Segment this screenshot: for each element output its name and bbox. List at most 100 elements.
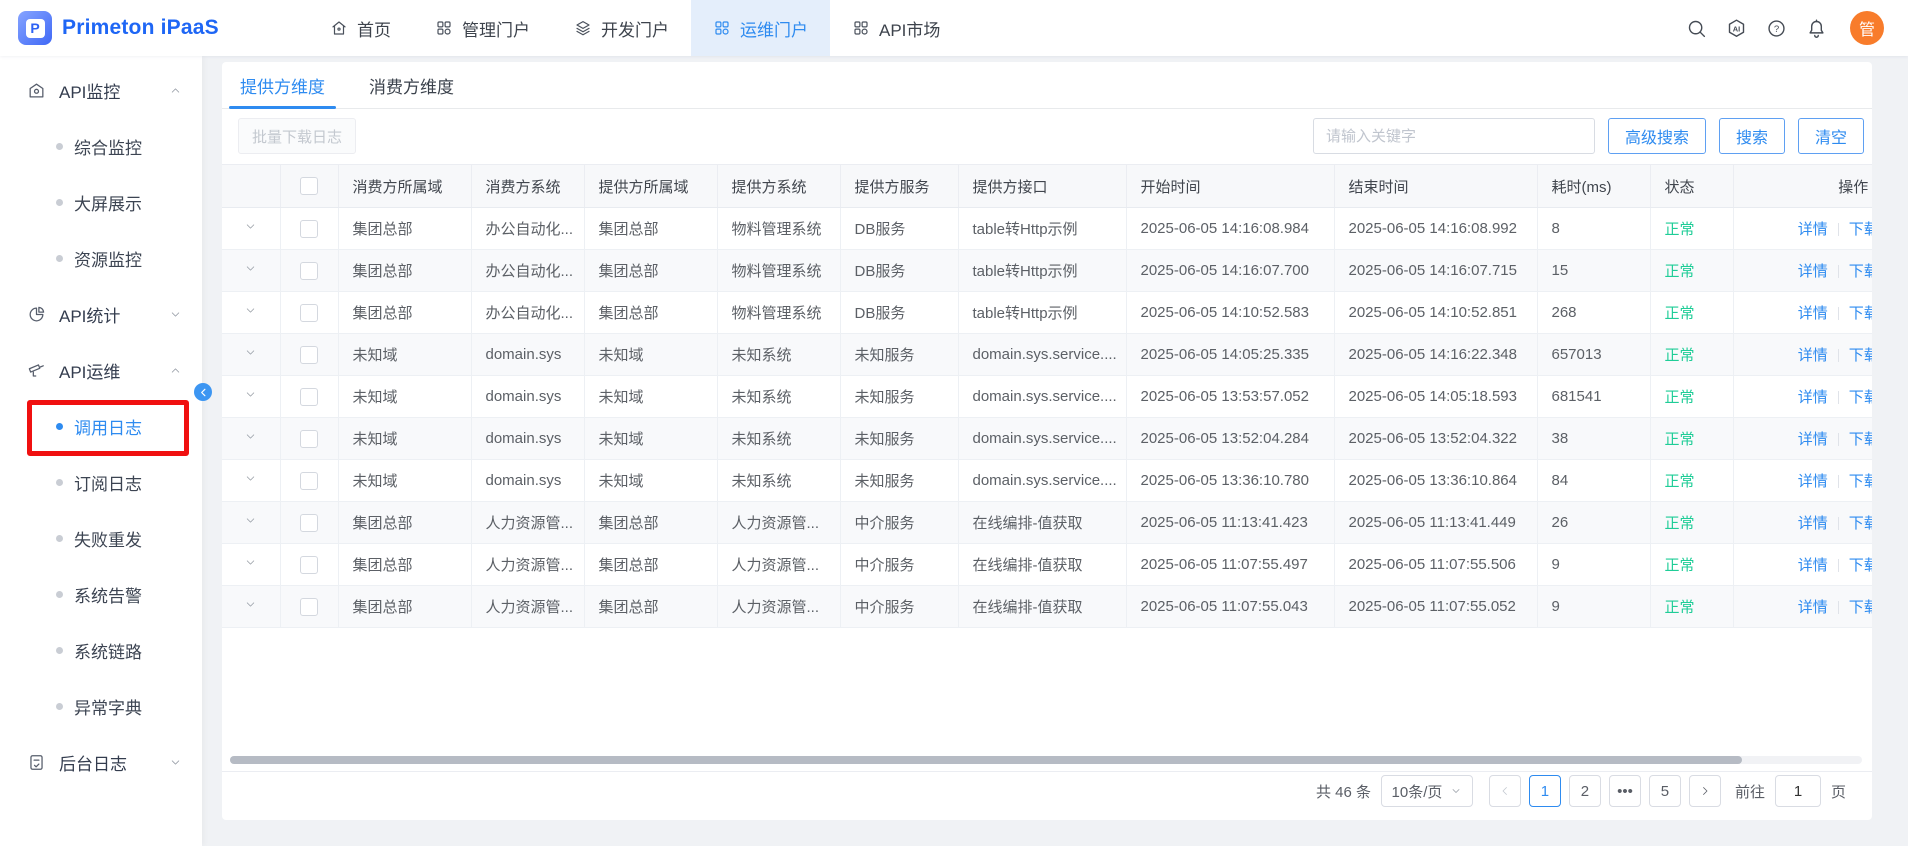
expand-cell[interactable]	[222, 418, 280, 460]
detail-link[interactable]: 详情	[1798, 473, 1828, 490]
download-log-link[interactable]: 下载日志	[1849, 305, 1872, 322]
prev-page-button[interactable]	[1489, 775, 1521, 807]
row-checkbox[interactable]	[300, 514, 318, 532]
page-button-2[interactable]: 2	[1569, 775, 1601, 807]
sidebar-item-失败重发[interactable]: 失败重发	[0, 510, 202, 566]
expand-cell[interactable]	[222, 586, 280, 628]
detail-link[interactable]: 详情	[1798, 305, 1828, 322]
help-icon[interactable]: ?	[1766, 18, 1787, 39]
sidebar-item-调用日志[interactable]: 调用日志	[0, 398, 202, 454]
row-checkbox[interactable]	[300, 262, 318, 280]
select-cell[interactable]	[280, 334, 338, 376]
download-log-link[interactable]: 下载日志	[1849, 389, 1872, 406]
expand-cell[interactable]	[222, 376, 280, 418]
row-checkbox[interactable]	[300, 556, 318, 574]
detail-link[interactable]: 详情	[1798, 431, 1828, 448]
row-checkbox[interactable]	[300, 472, 318, 490]
nav-item-API市场[interactable]: API市场	[830, 0, 962, 56]
row-checkbox[interactable]	[300, 346, 318, 364]
ai-icon[interactable]: AI	[1726, 18, 1747, 39]
brand[interactable]: P Primeton iPaaS	[0, 11, 260, 45]
search-button[interactable]: 搜索	[1719, 118, 1785, 154]
sidebar-item-异常字典[interactable]: 异常字典	[0, 678, 202, 734]
cell: 正常	[1650, 376, 1733, 418]
sidebar-item-综合监控[interactable]: 综合监控	[0, 118, 202, 174]
select-cell[interactable]	[280, 544, 338, 586]
expand-cell[interactable]	[222, 250, 280, 292]
page-button-1[interactable]: 1	[1529, 775, 1561, 807]
row-checkbox[interactable]	[300, 220, 318, 238]
detail-link[interactable]: 详情	[1798, 557, 1828, 574]
next-page-button[interactable]	[1689, 775, 1721, 807]
sidebar-item-订阅日志[interactable]: 订阅日志	[0, 454, 202, 510]
download-log-link[interactable]: 下载日志	[1849, 263, 1872, 280]
batch-download-button[interactable]: 批量下载日志	[238, 118, 356, 154]
tab-消费方维度[interactable]: 消费方维度	[369, 62, 454, 108]
expand-cell[interactable]	[222, 460, 280, 502]
select-cell[interactable]	[280, 376, 338, 418]
download-log-link[interactable]: 下载日志	[1849, 221, 1872, 238]
nav-item-开发门户[interactable]: 开发门户	[552, 0, 691, 56]
sidebar-group-API运维[interactable]: API运维	[0, 342, 202, 398]
row-checkbox[interactable]	[300, 598, 318, 616]
select-cell[interactable]	[280, 250, 338, 292]
bell-icon[interactable]	[1806, 18, 1827, 39]
keyword-input[interactable]	[1313, 118, 1595, 154]
download-log-link[interactable]: 下载日志	[1849, 599, 1872, 616]
select-cell[interactable]	[280, 208, 338, 250]
sidebar-collapse-handle[interactable]	[194, 383, 212, 401]
nav-item-首页[interactable]: 首页	[308, 0, 413, 56]
select-cell[interactable]	[280, 460, 338, 502]
page-size-select[interactable]: 10条/页	[1381, 775, 1473, 807]
clear-button[interactable]: 清空	[1798, 118, 1864, 154]
select-cell[interactable]	[280, 586, 338, 628]
expand-cell[interactable]	[222, 544, 280, 586]
download-log-link[interactable]: 下载日志	[1849, 557, 1872, 574]
page-button-5[interactable]: 5	[1649, 775, 1681, 807]
sidebar-item-资源监控[interactable]: 资源监控	[0, 230, 202, 286]
cell: domain.sys.service....	[958, 418, 1126, 460]
row-checkbox[interactable]	[300, 388, 318, 406]
cell: 物料管理系统	[717, 250, 840, 292]
expand-cell[interactable]	[222, 208, 280, 250]
row-checkbox[interactable]	[300, 430, 318, 448]
horizontal-scrollbar[interactable]	[230, 756, 1862, 764]
select-cell[interactable]	[280, 502, 338, 544]
select-cell[interactable]	[280, 418, 338, 460]
download-log-link[interactable]: 下载日志	[1849, 515, 1872, 532]
row-checkbox[interactable]	[300, 304, 318, 322]
sidebar-item-系统告警[interactable]: 系统告警	[0, 566, 202, 622]
download-log-link[interactable]: 下载日志	[1849, 431, 1872, 448]
expand-cell[interactable]	[222, 334, 280, 376]
sidebar-group-后台日志[interactable]: 后台日志	[0, 734, 202, 790]
detail-link[interactable]: 详情	[1798, 221, 1828, 238]
select-cell[interactable]	[280, 292, 338, 334]
nav-item-运维门户[interactable]: 运维门户	[691, 0, 830, 56]
more-pages-button[interactable]: •••	[1609, 775, 1641, 807]
detail-link[interactable]: 详情	[1798, 515, 1828, 532]
expand-cell[interactable]	[222, 502, 280, 544]
nav-item-管理门户[interactable]: 管理门户	[413, 0, 552, 56]
detail-link[interactable]: 详情	[1798, 389, 1828, 406]
sidebar-item-大屏展示[interactable]: 大屏展示	[0, 174, 202, 230]
chevron-down-icon	[244, 346, 257, 359]
scrollbar-thumb[interactable]	[230, 756, 1742, 764]
actions-cell: 详情 下载日志	[1733, 460, 1872, 502]
top-nav-icon-group: AI?	[1686, 18, 1827, 39]
actions-cell: 详情 下载日志	[1733, 292, 1872, 334]
sidebar-group-API监控[interactable]: API监控	[0, 62, 202, 118]
select-all-checkbox[interactable]	[300, 177, 318, 195]
avatar[interactable]: 管	[1850, 11, 1884, 45]
tab-提供方维度[interactable]: 提供方维度	[240, 62, 325, 108]
expand-cell[interactable]	[222, 292, 280, 334]
download-log-link[interactable]: 下载日志	[1849, 347, 1872, 364]
download-log-link[interactable]: 下载日志	[1849, 473, 1872, 490]
sidebar-group-API统计[interactable]: API统计	[0, 286, 202, 342]
search-icon[interactable]	[1686, 18, 1707, 39]
advanced-search-button[interactable]: 高级搜索	[1608, 118, 1706, 154]
detail-link[interactable]: 详情	[1798, 347, 1828, 364]
detail-link[interactable]: 详情	[1798, 263, 1828, 280]
detail-link[interactable]: 详情	[1798, 599, 1828, 616]
sidebar-item-系统链路[interactable]: 系统链路	[0, 622, 202, 678]
goto-page-input[interactable]	[1775, 775, 1821, 807]
